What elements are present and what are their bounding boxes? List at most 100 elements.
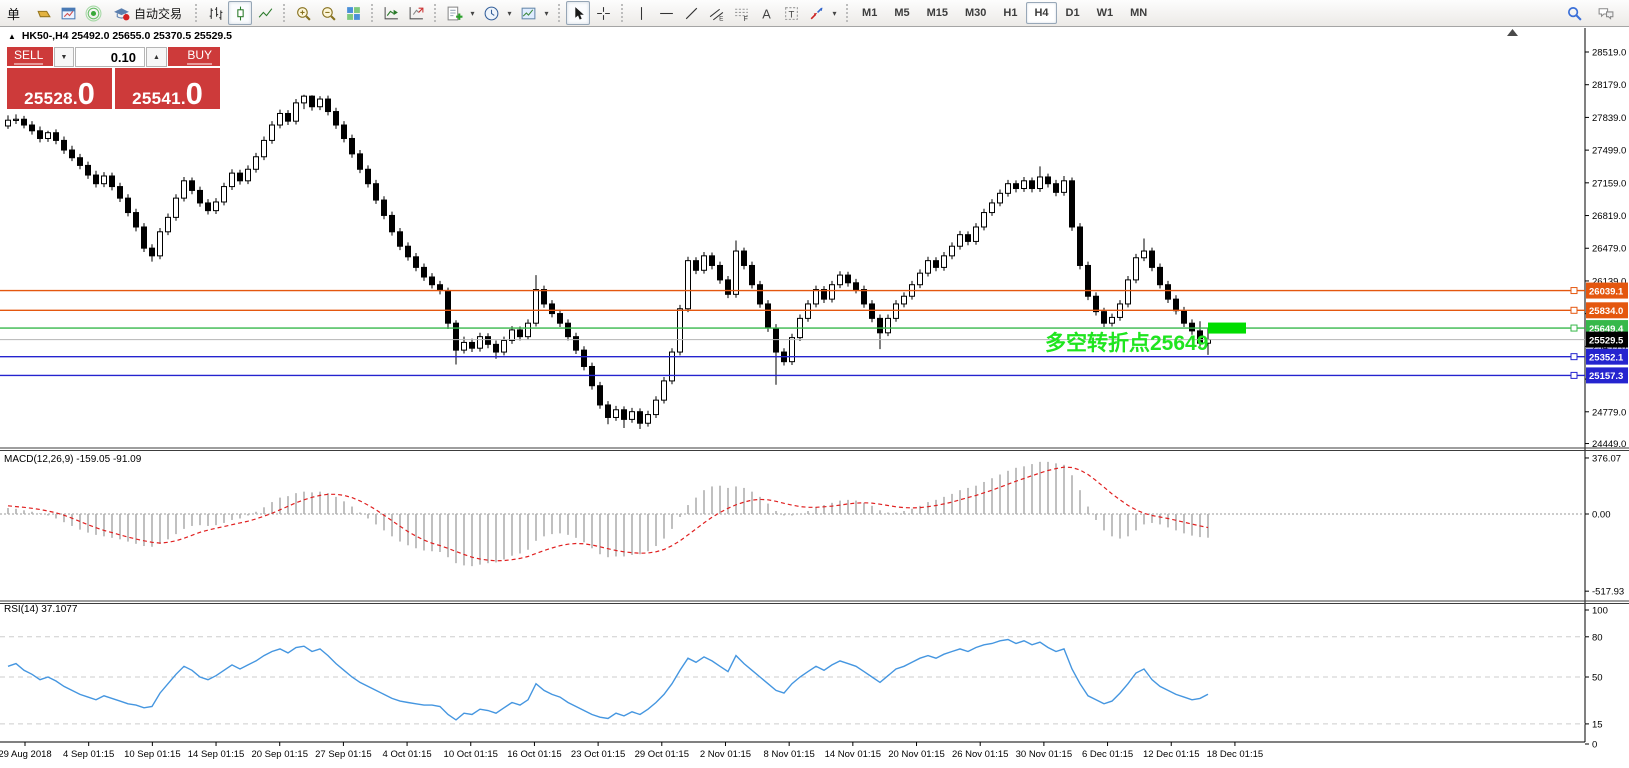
candle-body: [1038, 177, 1043, 189]
timeframe-m1[interactable]: M1: [854, 2, 885, 24]
sell-price-frac: 0: [78, 82, 95, 106]
candle-body: [230, 173, 235, 186]
left-partial-button[interactable]: 单: [7, 4, 20, 23]
chart-area[interactable]: 28519.028179.027839.027499.027159.026819…: [0, 0, 1629, 768]
svg-text:25529.5: 25529.5: [1589, 335, 1624, 346]
timeframe-m5[interactable]: M5: [886, 2, 917, 24]
arrows-tool[interactable]: [804, 1, 828, 25]
sell-price-button[interactable]: 25528.0: [7, 68, 112, 109]
candle-body: [1182, 311, 1187, 324]
candle-body: [918, 273, 923, 285]
timeframe-w1[interactable]: W1: [1089, 2, 1122, 24]
signals-icon[interactable]: [81, 1, 105, 25]
sell-button[interactable]: SELL: [7, 47, 53, 66]
template-dropdown-caret[interactable]: ▾: [541, 9, 552, 18]
candle-body: [270, 125, 275, 140]
candle-body: [1094, 296, 1099, 311]
template-button[interactable]: [516, 1, 540, 25]
date-tick-label: 6 Dec 01:15: [1082, 749, 1133, 760]
date-tick-label: 12 Dec 01:15: [1143, 749, 1200, 760]
candle-body: [710, 256, 715, 266]
volume-decrease-button[interactable]: ▼: [54, 47, 74, 67]
toolbar-right: [1562, 1, 1624, 25]
buy-price: 25541: [132, 91, 181, 106]
period-button[interactable]: [479, 1, 503, 25]
timeframe-m15[interactable]: M15: [919, 2, 956, 24]
timeframe-h1[interactable]: H1: [995, 2, 1025, 24]
autotrading-button[interactable]: 自动交易: [106, 1, 189, 25]
svg-text:25352.1: 25352.1: [1589, 352, 1624, 363]
toolbar-separator: [434, 4, 436, 22]
zoom-out-button[interactable]: [316, 1, 340, 25]
candle-body: [1030, 181, 1035, 189]
buy-button[interactable]: BUY: [168, 47, 220, 66]
collapse-arrow-icon[interactable]: ▲: [8, 32, 16, 41]
toolbar: 单 自动交易 ▾: [0, 0, 1629, 27]
rsi-tick-label: 15: [1592, 719, 1603, 730]
zoom-in-button[interactable]: [291, 1, 315, 25]
candle-body: [846, 275, 851, 283]
date-tick-label: 2 Nov 01:15: [700, 749, 751, 760]
timeframe-h4[interactable]: H4: [1026, 2, 1056, 24]
rsi-tick-label: 80: [1592, 632, 1603, 643]
new-chart-icon[interactable]: [31, 1, 55, 25]
auto-scroll-icon: [383, 5, 400, 22]
candle-body: [1006, 184, 1011, 194]
volume-increase-button[interactable]: ▲: [146, 47, 167, 67]
candle-body: [1014, 184, 1019, 189]
candle-body: [254, 157, 259, 170]
timeframe-mn[interactable]: MN: [1122, 2, 1155, 24]
cursor-tool-button[interactable]: [566, 1, 590, 25]
arrows-dropdown-caret[interactable]: ▾: [829, 9, 840, 18]
candle-body: [174, 198, 179, 217]
date-tick-label: 20 Sep 01:15: [251, 749, 308, 760]
candle-body: [38, 131, 43, 139]
candle-body: [678, 309, 683, 352]
add-indicator-button[interactable]: [442, 1, 466, 25]
candle-body: [974, 227, 979, 241]
candle-body: [814, 290, 819, 304]
candle-body: [102, 176, 107, 184]
price-axis: 28519.028179.027839.027499.027159.026819…: [1585, 48, 1626, 451]
candle-body: [422, 267, 427, 277]
indicator-dropdown-caret[interactable]: ▾: [467, 9, 478, 18]
line-chart-button[interactable]: [253, 1, 277, 25]
volume-input[interactable]: 0.10: [75, 47, 145, 67]
market-watch-icon[interactable]: [56, 1, 80, 25]
trendline-tool[interactable]: [679, 1, 703, 25]
timeframe-m30[interactable]: M30: [957, 2, 994, 24]
candle-body: [926, 261, 931, 274]
fibonacci-tool[interactable]: F: [729, 1, 753, 25]
chat-button[interactable]: [1594, 1, 1618, 25]
search-button[interactable]: [1562, 1, 1586, 25]
rsi-line: [8, 640, 1208, 720]
channel-tool[interactable]: E: [704, 1, 728, 25]
toolbar-separator: [283, 4, 285, 22]
auto-scroll-button[interactable]: [379, 1, 403, 25]
chart-shift-button[interactable]: [404, 1, 428, 25]
period-dropdown-caret[interactable]: ▾: [504, 9, 515, 18]
highlight-zone-rect: [1208, 323, 1246, 334]
horizontal-line-tool[interactable]: [654, 1, 678, 25]
text-tool[interactable]: A: [754, 1, 778, 25]
vertical-line-tool[interactable]: [629, 1, 653, 25]
rsi-indicator-label: RSI(14) 37.1077: [4, 604, 77, 615]
candle-body: [406, 246, 411, 257]
candle-body: [6, 120, 11, 126]
text-label-tool[interactable]: T: [779, 1, 803, 25]
buy-price-button[interactable]: 25541.0: [115, 68, 220, 109]
candlestick-chart-button[interactable]: [228, 1, 252, 25]
candle-body: [390, 215, 395, 231]
candle-body: [142, 227, 147, 248]
candle-body: [30, 125, 35, 131]
candle-body: [126, 198, 131, 212]
price-tick-label: 28519.0: [1592, 48, 1626, 59]
crosshair-tool-button[interactable]: [591, 1, 615, 25]
svg-text:25157.3: 25157.3: [1589, 371, 1623, 382]
bar-chart-button[interactable]: [203, 1, 227, 25]
candle-body: [462, 342, 467, 350]
tile-windows-button[interactable]: [341, 1, 365, 25]
candle-body: [590, 366, 595, 385]
timeframe-d1[interactable]: D1: [1058, 2, 1088, 24]
date-tick-label: 10 Oct 01:15: [444, 749, 498, 760]
